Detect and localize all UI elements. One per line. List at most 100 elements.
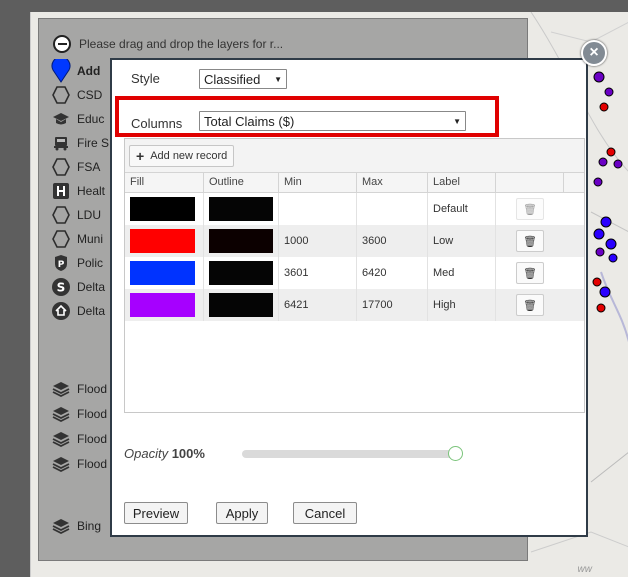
layer-item-health[interactable]: Healt	[51, 181, 105, 201]
label-cell[interactable]: High	[428, 289, 496, 321]
fill-swatch[interactable]	[130, 197, 195, 221]
preview-button[interactable]: Preview	[124, 502, 188, 524]
layer-label: Fire S	[77, 136, 110, 150]
layer-item-flood-2[interactable]: Flood	[51, 404, 107, 424]
layer-label: Add	[77, 64, 101, 78]
layer-label: Delta	[77, 304, 106, 318]
fill-swatch[interactable]	[130, 293, 195, 317]
caret-down-icon: ▼	[453, 116, 461, 126]
columns-select[interactable]: Total Claims ($) ▼	[199, 111, 466, 131]
apply-button[interactable]: Apply	[216, 502, 268, 524]
layer-label: Educ	[77, 112, 105, 126]
table-row[interactable]: 1000 3600 Low 🗑	[125, 225, 584, 257]
svg-text:S: S	[57, 281, 66, 295]
layer-label: CSD	[77, 88, 103, 102]
columns-label: Columns	[131, 116, 183, 131]
layer-label: Delta	[77, 280, 106, 294]
fill-swatch[interactable]	[130, 261, 195, 285]
layer-item-education[interactable]: Educ	[51, 109, 104, 129]
layer-item-delta-house[interactable]: Delta	[51, 301, 105, 321]
s-circle-icon: S	[51, 277, 71, 297]
opacity-slider-track[interactable]	[242, 450, 458, 458]
max-cell[interactable]: 17700	[357, 289, 428, 321]
outline-swatch[interactable]	[209, 293, 273, 317]
outline-swatch[interactable]	[209, 261, 273, 285]
classification-grid: + Add new record Fill Outline Min Max La…	[124, 138, 585, 413]
delete-row-button[interactable]: 🗑	[516, 230, 544, 252]
max-cell[interactable]: 6420	[357, 257, 428, 289]
label-cell[interactable]: Low	[428, 225, 496, 257]
trash-icon: 🗑	[523, 203, 537, 216]
layer-label: Flood	[77, 457, 108, 471]
layer-item-flood-1[interactable]: Flood	[51, 379, 107, 399]
layer-item-bing[interactable]: Bing	[51, 516, 101, 536]
layer-item-municipal[interactable]: Muni	[51, 229, 103, 249]
table-row[interactable]: 6421 17700 High 🗑	[125, 289, 584, 321]
caret-down-icon: ▼	[274, 74, 282, 84]
cancel-button[interactable]: Cancel	[293, 502, 357, 524]
layer-label: Muni	[77, 232, 104, 246]
style-select[interactable]: Classified ▼	[199, 69, 287, 89]
table-row[interactable]: Default 🗑	[125, 193, 584, 225]
delete-row-button[interactable]: 🗑	[516, 294, 544, 316]
min-cell[interactable]: 3601	[279, 257, 357, 289]
stack-icon	[51, 379, 71, 399]
header-label[interactable]: Label	[428, 173, 496, 192]
header-spacer	[564, 173, 584, 192]
min-cell[interactable]	[279, 193, 357, 225]
layer-item-delta-s[interactable]: S Delta	[51, 277, 105, 297]
collapse-icon[interactable]	[53, 35, 71, 53]
style-label: Style	[131, 71, 160, 86]
opacity-label-text: Opacity	[124, 446, 169, 461]
layer-item-fsa[interactable]: FSA	[51, 157, 100, 177]
add-record-button[interactable]: + Add new record	[129, 145, 235, 167]
max-cell[interactable]: 3600	[357, 225, 428, 257]
svg-text:P: P	[58, 260, 65, 270]
columns-select-value: Total Claims ($)	[204, 113, 295, 129]
layer-item-police[interactable]: P Polic	[51, 253, 103, 273]
header-fill[interactable]: Fill	[125, 173, 204, 192]
layer-item-add[interactable]: Add	[51, 59, 101, 83]
min-cell[interactable]: 1000	[279, 225, 357, 257]
grid-header: Fill Outline Min Max Label	[125, 173, 584, 193]
layer-hint: Please drag and drop the layers for r...	[53, 33, 283, 55]
grid-toolbar: + Add new record	[125, 139, 584, 173]
graduation-cap-icon	[51, 109, 71, 129]
fill-swatch[interactable]	[130, 229, 195, 253]
layer-hint-text: Please drag and drop the layers for r...	[79, 37, 284, 51]
opacity-slider-handle[interactable]	[448, 446, 463, 461]
max-cell[interactable]	[357, 193, 428, 225]
layer-item-ldu[interactable]: LDU	[51, 205, 101, 225]
map-markers	[592, 71, 623, 313]
delete-row-button[interactable]: 🗑	[516, 262, 544, 284]
trash-icon: 🗑	[523, 299, 537, 312]
close-icon: ×	[589, 44, 599, 61]
map-watermark: ww	[577, 564, 592, 575]
layer-item-fire[interactable]: Fire S	[51, 133, 109, 153]
hospital-icon	[51, 181, 71, 201]
label-cell[interactable]: Med	[428, 257, 496, 289]
outline-swatch[interactable]	[209, 197, 273, 221]
delete-row-button[interactable]: 🗑	[516, 198, 544, 220]
outline-swatch[interactable]	[209, 229, 273, 253]
hexagon-icon	[51, 85, 71, 105]
label-cell[interactable]: Default	[428, 193, 496, 225]
style-select-value: Classified	[204, 71, 261, 87]
layer-item-flood-3[interactable]: Flood	[51, 429, 107, 449]
plus-icon: +	[136, 148, 145, 164]
header-min[interactable]: Min	[279, 173, 357, 192]
close-dialog-button[interactable]: ×	[581, 40, 607, 66]
layer-label: Flood	[77, 407, 108, 421]
table-row[interactable]: 3601 6420 Med 🗑	[125, 257, 584, 289]
layer-item-csd[interactable]: CSD	[51, 85, 102, 105]
layer-item-flood-4[interactable]: Flood	[51, 454, 107, 474]
header-max[interactable]: Max	[357, 173, 428, 192]
add-record-label: Add new record	[150, 150, 228, 162]
opacity-label: Opacity 100%	[124, 446, 205, 461]
min-cell[interactable]: 6421	[279, 289, 357, 321]
layer-label: FSA	[77, 160, 101, 174]
header-outline[interactable]: Outline	[204, 173, 279, 192]
trash-icon: 🗑	[523, 235, 537, 248]
layer-label: Healt	[77, 184, 106, 198]
layer-label: Polic	[77, 256, 104, 270]
